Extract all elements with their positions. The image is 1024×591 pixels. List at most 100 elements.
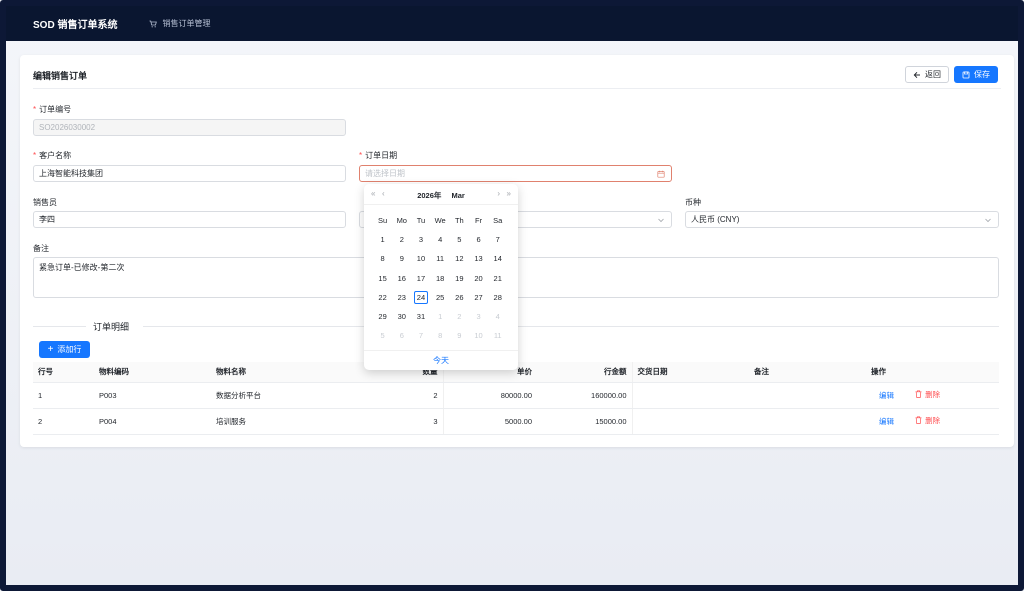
calendar-day-cell[interactable]: 25 <box>431 293 450 302</box>
weekday-label: Th <box>454 216 464 226</box>
calendar-day-cell[interactable]: 24 <box>413 290 428 304</box>
order-no-label: * 订单编号 <box>33 105 72 114</box>
col-actions: 操作 <box>866 362 999 383</box>
calendar-day-cell[interactable]: 23 <box>392 293 411 302</box>
cell-material-name: 数据分析平台 <box>211 382 371 409</box>
cell-line-no: 1 <box>33 382 94 409</box>
cell-quantity: 3 <box>371 408 443 435</box>
calendar-day-cell[interactable]: 26 <box>450 293 469 302</box>
calendar-day-cell[interactable]: 9 <box>392 254 411 263</box>
calendar-day-cell[interactable]: 6 <box>392 331 411 340</box>
calendar-week-row: 22 23 24 25 26 27 28 <box>373 288 507 307</box>
next-year-icon[interactable]: » <box>507 189 511 198</box>
col-material-name: 物料名称 <box>211 362 371 383</box>
calendar-day-cell[interactable]: 1 <box>431 312 450 321</box>
chevron-down-icon <box>658 218 664 223</box>
cell-line-amount: 15000.00 <box>537 408 632 435</box>
save-button[interactable]: 保存 <box>954 66 998 83</box>
calendar-day-cell[interactable]: 18 <box>431 274 450 283</box>
weekday-label: Fr <box>474 216 483 226</box>
calendar-day-cell[interactable]: 11 <box>488 331 507 340</box>
cell-actions: 编辑 删除 <box>866 408 999 435</box>
header-divider <box>33 88 1001 89</box>
cell-delivery-date <box>631 382 749 409</box>
delete-row-link[interactable]: 删除 <box>915 415 940 426</box>
calendar-day-cell[interactable]: 16 <box>392 274 411 283</box>
trash-icon <box>915 390 922 398</box>
weekday-label: Su <box>378 216 388 226</box>
cell-line-amount: 160000.00 <box>537 382 632 409</box>
calendar-day-cell[interactable]: 31 <box>411 312 430 321</box>
calendar-day-cell[interactable]: 13 <box>469 254 488 263</box>
col-material-code: 物料编码 <box>94 362 211 383</box>
next-month-icon[interactable]: › <box>497 189 500 198</box>
cell-material-code: P004 <box>94 408 211 435</box>
calendar-day-cell[interactable]: 7 <box>488 235 507 244</box>
calendar-day-cell[interactable]: 28 <box>488 293 507 302</box>
cell-unit-price: 80000.00 <box>442 382 537 409</box>
order-date-label: * 订单日期 <box>359 151 398 160</box>
calendar-day-cell[interactable]: 9 <box>450 331 469 340</box>
calendar-day-cell[interactable]: 5 <box>373 331 392 340</box>
edit-row-link[interactable]: 编辑 <box>879 391 894 400</box>
date-picker-title: 2026年 Mar <box>364 190 518 201</box>
picker-year[interactable]: 2026年 <box>417 191 441 200</box>
edit-row-link[interactable]: 编辑 <box>879 417 894 426</box>
calendar-day-cell[interactable]: 3 <box>411 235 430 244</box>
calendar-day-cell[interactable]: 1 <box>373 235 392 244</box>
calendar-day-cell[interactable]: 2 <box>450 312 469 321</box>
table-row: 1 P003 数据分析平台 2 80000.00 160000.00 编辑 删除 <box>33 382 999 409</box>
table-row: 2 P004 培训服务 3 5000.00 15000.00 编辑 删除 <box>33 408 999 435</box>
cell-actions: 编辑 删除 <box>866 382 999 409</box>
cell-material-code: P003 <box>94 382 211 409</box>
calendar-day-cell[interactable]: 3 <box>469 312 488 321</box>
calendar-day-cell[interactable]: 20 <box>469 274 488 283</box>
plus-icon: + <box>47 343 54 355</box>
order-date-field[interactable]: 请选择日期 <box>359 165 672 182</box>
calendar-day-cell[interactable]: 30 <box>392 312 411 321</box>
calendar-day-cell[interactable]: 17 <box>411 274 430 283</box>
calendar-day-cell[interactable]: 12 <box>450 254 469 263</box>
cart-icon <box>149 20 158 27</box>
weekday-header-row: Su Mo Tu We Th Fr Sa <box>373 211 507 230</box>
col-line-amount: 行金额 <box>537 362 632 383</box>
calendar-day-cell[interactable]: 10 <box>469 331 488 340</box>
calendar-day-cell[interactable]: 4 <box>488 312 507 321</box>
calendar-day-cell[interactable]: 29 <box>373 312 392 321</box>
calendar-day-cell[interactable]: 19 <box>450 274 469 283</box>
calendar-day-cell[interactable]: 8 <box>373 254 392 263</box>
calendar-day-cell[interactable]: 8 <box>431 331 450 340</box>
nav-item-sales-orders[interactable]: 销售订单管理 <box>149 18 210 29</box>
calendar-icon <box>657 170 665 178</box>
top-navbar: SOD 销售订单系统 销售订单管理 <box>6 6 1018 41</box>
today-button[interactable]: 今天 <box>364 350 518 370</box>
calendar-day-cell[interactable]: 6 <box>469 235 488 244</box>
picker-month[interactable]: Mar <box>451 191 464 200</box>
customer-label: * 客户名称 <box>33 151 72 160</box>
currency-select[interactable]: 人民币 (CNY) <box>685 211 999 228</box>
cell-unit-price: 5000.00 <box>442 408 537 435</box>
calendar-day-cell[interactable]: 15 <box>373 274 392 283</box>
delete-row-link[interactable]: 删除 <box>915 389 940 400</box>
trash-icon <box>915 416 922 424</box>
salesperson-field[interactable]: 李四 <box>33 211 346 228</box>
calendar-day-cell[interactable]: 10 <box>411 254 430 263</box>
back-button[interactable]: 返回 <box>905 66 949 83</box>
calendar-day-cell[interactable]: 27 <box>469 293 488 302</box>
calendar-day-cell[interactable]: 4 <box>431 235 450 244</box>
calendar-day-cell[interactable]: 22 <box>373 293 392 302</box>
calendar-day-cell[interactable]: 5 <box>450 235 469 244</box>
calendar-day-cell[interactable]: 11 <box>431 254 450 263</box>
calendar-day-cell[interactable]: 21 <box>488 274 507 283</box>
date-picker-grid: Su Mo Tu We Th Fr Sa 1 2 3 4 5 6 7 8 9 10 11 12 13 14 15 16 17 1… <box>373 211 507 345</box>
calendar-day-cell[interactable]: 14 <box>488 254 507 263</box>
calendar-day-cell[interactable]: 2 <box>392 235 411 244</box>
cell-delivery-date <box>631 408 749 435</box>
calendar-week-row: 29 30 31 1 2 3 4 <box>373 307 507 326</box>
weekday-label: Tu <box>416 216 426 226</box>
calendar-day-cell[interactable]: 7 <box>411 331 430 340</box>
customer-field[interactable]: 上海智能科技集团 <box>33 165 346 182</box>
add-row-label: 添加行 <box>57 345 82 354</box>
weekday-label: Sa <box>493 216 503 226</box>
add-row-button[interactable]: + 添加行 <box>39 341 90 358</box>
